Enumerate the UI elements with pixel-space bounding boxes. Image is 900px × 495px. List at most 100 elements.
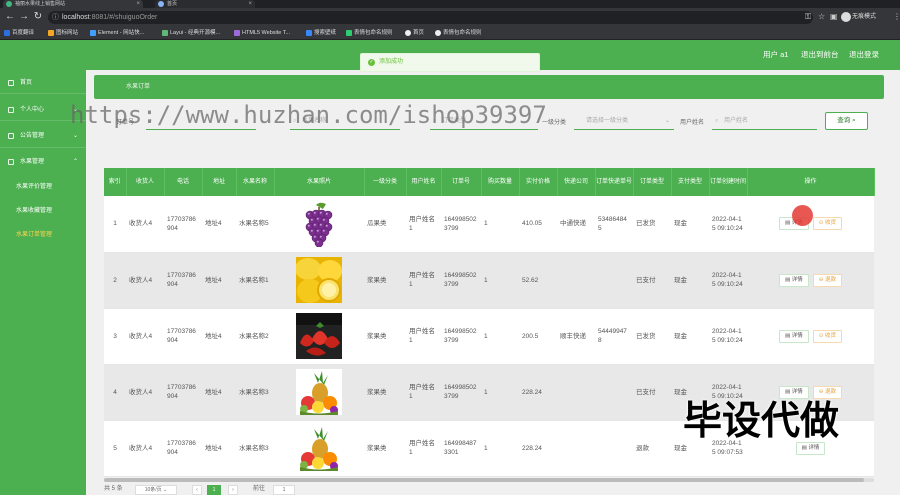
cell-price: 228.24 (519, 364, 557, 421)
goto-label: 前往 (253, 486, 266, 492)
incognito-profile[interactable]: 无痕模式 (840, 11, 895, 23)
reload-icon[interactable]: ↻ (32, 11, 44, 23)
home-icon (8, 80, 14, 86)
user-name-input[interactable]: ⌕ 用户姓名 (712, 112, 817, 130)
category-select[interactable]: 请选择一级分类 ⌄ (574, 112, 674, 130)
next-page-button[interactable]: › (228, 485, 238, 495)
refund-button[interactable]: ⊖ 退款 (812, 273, 842, 287)
star-icon[interactable]: ☆ (818, 11, 825, 23)
actions-cell: ▤ 详情 ⊖ 退款 (747, 252, 874, 309)
chevron-down-icon: ⌄ (72, 133, 78, 139)
prev-page-button[interactable]: ‹ (192, 485, 202, 495)
back-arrow-icon[interactable]: ← (4, 11, 16, 23)
sidebar-item-fruit[interactable]: 水果管理 ⌃ (0, 157, 86, 167)
refund-button[interactable]: ⊖ 退款 (812, 385, 842, 399)
sidebar-item-home[interactable]: 首页 (0, 78, 86, 88)
divider (0, 147, 86, 148)
chevron-up-icon: ⌃ (72, 159, 78, 165)
forward-arrow-icon[interactable]: → (18, 11, 30, 23)
cell-fruit: 水果名称5 (236, 196, 274, 253)
breadcrumb: 水果订单 (126, 84, 151, 90)
bookmark[interactable]: HTML5 Website T... (234, 28, 290, 38)
cell-otype: 退款 (633, 420, 671, 477)
cell-express (557, 252, 595, 309)
column-header: 快递公司 (557, 168, 596, 196)
cell-phone: 17703786904 (164, 196, 202, 253)
per-page-select[interactable]: 10条/页 ⌄ (135, 485, 177, 495)
action-label: 详情 (808, 444, 820, 451)
cell-cat: 浆果类 (364, 252, 406, 309)
column-header: 订单类型 (633, 168, 672, 196)
bookmark[interactable]: 首页 (405, 28, 424, 38)
key-icon[interactable]: ⚿ (805, 11, 811, 23)
query-button[interactable]: 查询 ⌕ (825, 112, 868, 130)
table-header-row: 索引 收货人 电话 地址 水果名称 水果照片 一级分类 用户姓名 订单号 购买数量 实付价格 快递公司… (104, 168, 875, 196)
close-icon[interactable]: × (248, 0, 252, 8)
column-header: 订单号 (441, 168, 482, 196)
divider (0, 93, 86, 94)
detail-button[interactable]: ▤ 详情 (779, 329, 809, 343)
cell-idx: 4 (104, 364, 126, 421)
cell-fruit: 水果名称3 (236, 364, 274, 421)
close-icon[interactable]: × (136, 0, 140, 8)
cell-cat: 浆果类 (364, 364, 406, 421)
filter-label-user: 用户姓名 (680, 120, 705, 126)
cell-order: 1649985023799 (441, 308, 481, 365)
goto-page-input[interactable]: 1 (273, 485, 295, 495)
cell-phone: 17703786904 (164, 420, 202, 477)
browser-tab[interactable]: 首页 × (155, 0, 255, 8)
bookmark-icon (4, 30, 10, 36)
table-row: 2 收货人4 17703786904 地址4 水果名称1 浆果类 用户姓名1 16499850… (104, 252, 874, 309)
cell-track: 534864845 (595, 196, 633, 253)
page-1-button[interactable]: 1 (207, 485, 221, 495)
action-label: 收货 (824, 332, 836, 339)
sidebar-sub-review[interactable]: 水果评价管理 (0, 182, 86, 192)
back-to-front-link[interactable]: 退出到前台 (801, 50, 839, 60)
bookmark[interactable]: Layui - 经典开源模... (162, 28, 220, 38)
cell-name: 收货人4 (126, 196, 164, 253)
logout-link[interactable]: 退出登录 (849, 50, 879, 60)
column-header: 实付价格 (519, 168, 558, 196)
cell-express (557, 420, 595, 477)
cell-track: 544499478 (595, 308, 633, 365)
user-icon (8, 107, 14, 113)
cell-price: 410.05 (519, 196, 557, 253)
bookmark[interactable]: 百度翻译 (4, 28, 34, 38)
cell-express: 顺丰快递 (557, 308, 595, 365)
sidebar-item-notice[interactable]: 公告管理 ⌄ (0, 131, 86, 141)
url-input[interactable]: ⓘ localhost:8081/#/shuiguoOrder (48, 11, 813, 24)
cell-cat: 瓜果类 (364, 196, 406, 253)
detail-button[interactable]: ▤ 详情 (779, 273, 809, 287)
scrollbar-thumb[interactable] (104, 478, 864, 482)
extension-icon[interactable]: ▣ (830, 11, 838, 23)
receive-button[interactable]: ⊙ 收货 (812, 217, 842, 231)
horizontal-scrollbar[interactable] (104, 478, 874, 482)
fruit-photo-cell (274, 196, 364, 253)
cell-time: 2022-04-15 09:10:24 (709, 252, 747, 309)
breadcrumb-bar (94, 75, 884, 99)
cell-addr: 地址4 (202, 252, 236, 309)
menu-icon[interactable]: ⋮ (893, 11, 900, 23)
sidebar-sub-order[interactable]: 水果订单管理 (0, 230, 86, 240)
column-header: 电话 (164, 168, 203, 196)
column-header: 地址 (202, 168, 237, 196)
cell-phone: 17703786904 (164, 252, 202, 309)
cell-ptype: 现金 (671, 196, 709, 253)
detail-button[interactable]: ▤ 详情 (779, 385, 809, 399)
receive-button[interactable]: ⊙ 收货 (812, 329, 842, 343)
click-indicator (792, 205, 813, 226)
browser-tab-active[interactable]: 袖丽水果线上销售网站 × (3, 0, 143, 8)
bookmark[interactable]: 表情包命名规则 (435, 28, 482, 38)
vue-icon (6, 1, 12, 7)
cell-name: 收货人4 (126, 308, 164, 365)
column-header: 购买数量 (481, 168, 520, 196)
bookmark[interactable]: Element - 网站快... (90, 28, 144, 38)
cell-cat: 浆果类 (364, 308, 406, 365)
bookmark[interactable]: 表情包命名规则 (346, 28, 393, 38)
bookmark[interactable]: 图标网站 (48, 28, 78, 38)
sidebar-sub-favorite[interactable]: 水果收藏管理 (0, 206, 86, 216)
fruit-icon (8, 159, 14, 165)
bookmarks-bar: 百度翻译 图标网站 Element - 网站快... Layui - 经典开源模… (0, 26, 900, 40)
cell-fruit: 水果名称2 (236, 308, 274, 365)
bookmark[interactable]: 搜索壁纸 (306, 28, 336, 38)
